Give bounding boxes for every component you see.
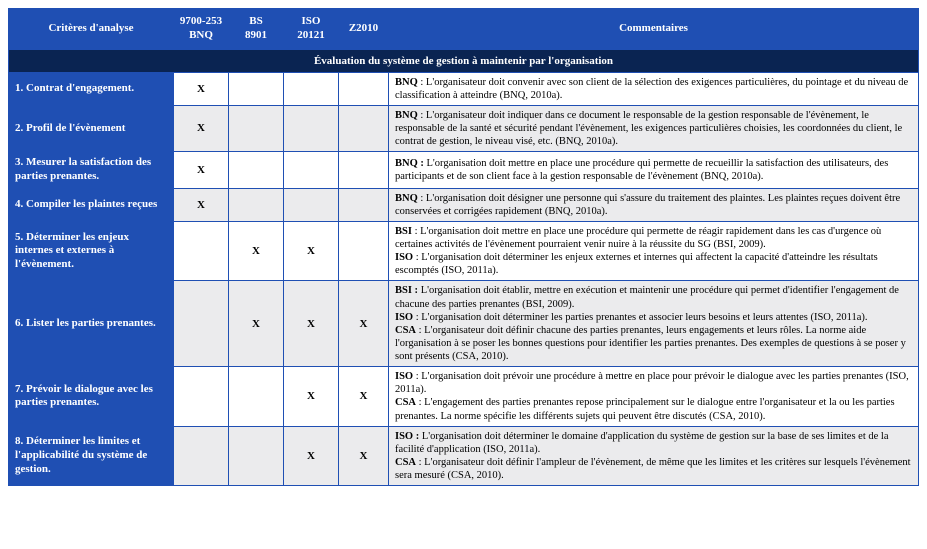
mark-cell: X (174, 105, 229, 151)
comment-label: BSI (395, 226, 412, 237)
mark-cell (339, 188, 389, 221)
mark-cell (229, 188, 284, 221)
criterion-cell: 1. Contrat d'engagement. (9, 72, 174, 105)
criterion-cell: 8. Déterminer les limites et l'applicabi… (9, 426, 174, 486)
mark-cell (229, 72, 284, 105)
comment-label: CSA (395, 325, 416, 336)
col-std-bs-l2: 8901 (233, 29, 279, 43)
col-criteria: Critères d'analyse (9, 9, 174, 50)
mark-cell (339, 105, 389, 151)
col-std-bnq: 9700-253 BNQ (174, 9, 229, 50)
comment-text: : L'engagement des parties prenantes rep… (395, 397, 895, 421)
mark-cell (339, 152, 389, 189)
comment-label: BNQ (395, 77, 418, 88)
mark-cell: X (229, 221, 284, 281)
table-row: 7. Prévoir le dialogue avec les parties … (9, 367, 919, 427)
criterion-cell: 7. Prévoir le dialogue avec les parties … (9, 367, 174, 427)
col-comments: Commentaires (389, 9, 919, 50)
mark-cell: X (339, 281, 389, 367)
col-std-bnq-l1: 9700-253 (178, 15, 224, 29)
comment-text: : L'organisation doit mettre en place un… (395, 226, 881, 250)
criterion-cell: 2. Profil de l'évènement (9, 105, 174, 151)
comment-text: : L'organisation doit prévoir une procéd… (395, 371, 909, 395)
mark-cell: X (284, 367, 339, 427)
mark-cell (174, 221, 229, 281)
col-std-bnq-l2: BNQ (178, 29, 224, 43)
table-row: 1. Contrat d'engagement.X BNQ : L'organis… (9, 72, 919, 105)
comments-cell: ISO : L'organisation doit déterminer le … (389, 426, 919, 486)
mark-cell: X (339, 367, 389, 427)
comments-cell: BNQ : L'organisateur doit indiquer dans … (389, 105, 919, 151)
mark-cell (284, 105, 339, 151)
section-row: Évaluation du système de gestion à maint… (9, 49, 919, 72)
comment-label: ISO (395, 252, 413, 263)
mark-cell: X (284, 221, 339, 281)
comment-label: ISO (395, 312, 413, 323)
comment-label: BNQ (395, 110, 418, 121)
section-title: Évaluation du système de gestion à maint… (9, 49, 919, 72)
mark-cell (339, 72, 389, 105)
comment-text: : L'organisateur doit indiquer dans ce d… (395, 110, 902, 147)
comment-label: CSA (395, 457, 416, 468)
table-row: 3. Mesurer la satisfaction des parties p… (9, 152, 919, 189)
mark-cell (174, 281, 229, 367)
col-std-bs-l1: BS (233, 15, 279, 29)
table-row: 5. Déterminer les enjeux internes et ext… (9, 221, 919, 281)
comments-cell: BSI : L'organisation doit mettre en plac… (389, 221, 919, 281)
col-std-bs: BS 8901 (229, 9, 284, 50)
table-row: 2. Profil de l'évènementX BNQ : L'organis… (9, 105, 919, 151)
table-row: 6. Lister les parties prenantes.XXXBSI :… (9, 281, 919, 367)
criteria-table: Critères d'analyse 9700-253 BNQ BS 8901 … (8, 8, 919, 486)
criterion-cell: 5. Déterminer les enjeux internes et ext… (9, 221, 174, 281)
comment-text: L'organisation doit établir, mettre en e… (395, 285, 899, 309)
mark-cell (284, 188, 339, 221)
table-row: 8. Déterminer les limites et l'applicabi… (9, 426, 919, 486)
comments-cell: BNQ : L'organisation doit désigner une p… (389, 188, 919, 221)
criterion-cell: 6. Lister les parties prenantes. (9, 281, 174, 367)
comment-label: CSA (395, 397, 416, 408)
comment-text: : L'organisation doit déterminer les par… (413, 312, 867, 323)
comment-text: : L'organisateur doit définir chacune de… (395, 325, 906, 362)
mark-cell: X (284, 281, 339, 367)
comment-text: : L'organisateur doit convenir avec son … (395, 77, 908, 101)
mark-cell: X (174, 72, 229, 105)
mark-cell (229, 152, 284, 189)
comments-cell: BNQ : L'organisation doit mettre en plac… (389, 152, 919, 189)
comment-label: ISO (395, 371, 413, 382)
mark-cell (229, 367, 284, 427)
comment-label: BNQ (395, 193, 418, 204)
mark-cell (284, 152, 339, 189)
mark-cell (174, 367, 229, 427)
mark-cell (339, 221, 389, 281)
mark-cell (229, 426, 284, 486)
mark-cell: X (339, 426, 389, 486)
mark-cell: X (174, 188, 229, 221)
comment-text: L'organisation doit déterminer le domain… (395, 431, 888, 455)
comment-text: : L'organisation doit désigner une perso… (395, 193, 900, 217)
mark-cell: X (229, 281, 284, 367)
col-std-iso: ISO 20121 (284, 9, 339, 50)
col-std-iso-l1: ISO (288, 15, 334, 29)
mark-cell (229, 105, 284, 151)
mark-cell (174, 426, 229, 486)
criterion-cell: 4. Compiler les plaintes reçues (9, 188, 174, 221)
comment-text: L'organisation doit mettre en place une … (395, 158, 888, 182)
col-std-z2010: Z2010 (339, 9, 389, 50)
mark-cell (284, 72, 339, 105)
comments-cell: ISO : L'organisation doit prévoir une pr… (389, 367, 919, 427)
col-std-iso-l2: 20121 (288, 29, 334, 43)
comment-text: : L'organisation doit déterminer les enj… (395, 252, 878, 276)
table-body: Évaluation du système de gestion à maint… (9, 49, 919, 486)
comment-text: : L'organisateur doit définir l'ampleur … (395, 457, 911, 481)
criterion-cell: 3. Mesurer la satisfaction des parties p… (9, 152, 174, 189)
table-row: 4. Compiler les plaintes reçuesX BNQ : L'… (9, 188, 919, 221)
mark-cell: X (174, 152, 229, 189)
mark-cell: X (284, 426, 339, 486)
comments-cell: BSI : L'organisation doit établir, mettr… (389, 281, 919, 367)
comment-label: ISO : (395, 431, 419, 442)
table-header: Critères d'analyse 9700-253 BNQ BS 8901 … (9, 9, 919, 50)
comments-cell: BNQ : L'organisateur doit convenir avec … (389, 72, 919, 105)
comment-label: BSI : (395, 285, 418, 296)
comment-label: BNQ : (395, 158, 424, 169)
